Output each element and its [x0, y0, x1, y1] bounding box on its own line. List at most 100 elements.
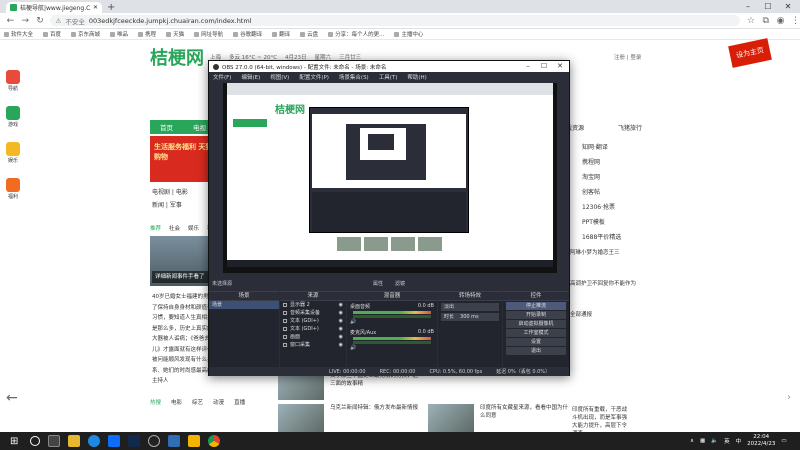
right-snippet[interactable]: 高调护卫不回复你不能作为	[570, 279, 640, 290]
settings-button[interactable]: 设置	[506, 338, 566, 346]
scroll-right-icon[interactable]: ›	[787, 392, 791, 403]
bookmark-item[interactable]: 云盘	[300, 30, 318, 38]
login-links[interactable]: 注册 | 登录	[614, 53, 641, 61]
obs-menu-item[interactable]: 文件(F)	[213, 73, 231, 81]
eye-icon[interactable]: ◉	[339, 333, 343, 341]
bookmark-item[interactable]: 分享：每个人的更...	[328, 30, 384, 38]
scene-item[interactable]: 场景	[209, 301, 279, 309]
rail-item-fun[interactable]: 娱乐	[2, 142, 24, 172]
bottom-category-tab[interactable]: 动漫	[213, 398, 224, 406]
star-icon[interactable]: ☆	[746, 16, 755, 26]
obs-close-icon[interactable]: ✕	[553, 61, 567, 72]
folder-icon[interactable]	[188, 435, 201, 447]
right-snippet[interactable]: 全部通报	[570, 310, 640, 321]
network-icon[interactable]: ▦	[700, 438, 705, 444]
clock[interactable]: 22:04 2022/4/23	[747, 434, 775, 448]
source-item[interactable]: 文本 (GDI+) ◉	[280, 325, 346, 333]
link-tv[interactable]: 电视剧 | 电影	[152, 186, 188, 199]
exit-button[interactable]: 退出	[506, 347, 566, 355]
close-window-icon[interactable]: ✕	[778, 0, 798, 13]
nav-tv[interactable]: 电视	[193, 122, 206, 132]
bottom-category-tab[interactable]: 综艺	[192, 398, 203, 406]
search-icon[interactable]	[30, 436, 41, 446]
notification-icon[interactable]: ▭	[781, 438, 786, 444]
source-item[interactable]: 画面 ◉	[280, 333, 346, 341]
right-link[interactable]: 知网·翻译	[582, 142, 621, 151]
file-explorer-icon[interactable]	[68, 435, 81, 447]
menu-icon[interactable]: ⋮	[791, 16, 800, 26]
right-link[interactable]: 1688平价精选	[582, 232, 621, 241]
right-link[interactable]: PPT模板	[582, 217, 621, 226]
bookmark-item[interactable]: 网址导航	[194, 30, 223, 38]
eye-icon[interactable]: ◉	[339, 309, 343, 317]
properties-button[interactable]: 属性	[373, 280, 383, 288]
speaker-icon[interactable]: 🔊	[350, 319, 356, 325]
bookmark-item[interactable]: 百度	[43, 30, 61, 38]
browser-tab[interactable]: 桔梗导航|www.jiegeng.Com|桔... ✕	[6, 2, 102, 13]
obs-maximize-icon[interactable]: ☐	[537, 61, 551, 72]
news-thumb[interactable]	[428, 404, 474, 432]
source-item[interactable]: 文本 (GDI+) ◉	[280, 317, 346, 325]
news-thumb[interactable]	[278, 404, 324, 432]
eye-icon[interactable]: ◉	[339, 317, 343, 325]
bookmark-item[interactable]: 携程	[138, 30, 156, 38]
volume-icon[interactable]: 🔈	[711, 438, 718, 444]
news-text[interactable]: 乌克兰新闻特辑：俄方发布最新情报	[330, 404, 422, 432]
news-thumb[interactable]	[278, 372, 324, 400]
site-logo[interactable]: 桔梗网	[150, 44, 204, 70]
speaker-icon[interactable]: 🔊	[350, 345, 356, 351]
steam-icon[interactable]	[128, 435, 141, 447]
bookmark-item[interactable]: 天猫	[166, 30, 184, 38]
reload-icon[interactable]: ↻	[36, 16, 45, 26]
obs-taskbar-icon[interactable]	[148, 435, 161, 447]
start-icon[interactable]: ⊞	[10, 436, 18, 447]
filters-button[interactable]: 滤镜	[395, 280, 405, 288]
right-link[interactable]: 淘宝网	[582, 172, 621, 181]
category-tab[interactable]: 推荐	[150, 224, 161, 232]
right-link[interactable]: 12306·抢票	[582, 202, 621, 211]
rail-item-game[interactable]: 游戏	[2, 106, 24, 136]
address-bar[interactable]: ⚠ 不安全 003edkjfceeckde.jumpkj.chuairan.co…	[50, 15, 741, 26]
studio-mode-button[interactable]: 工作室模式	[506, 329, 566, 337]
bookmark-item[interactable]: 主播中心	[394, 30, 423, 38]
bottom-category-tab[interactable]: 直播	[234, 398, 245, 406]
source-item[interactable]: 显示器 2 ◉	[280, 301, 346, 309]
obs-menu-item[interactable]: 编辑(E)	[241, 73, 260, 81]
bookmark-item[interactable]: 唯品	[110, 30, 128, 38]
eye-icon[interactable]: ◉	[339, 341, 343, 349]
app-icon[interactable]	[168, 435, 181, 447]
source-item[interactable]: 窗口采集 ◉	[280, 341, 346, 349]
volume-slider[interactable]	[353, 341, 431, 344]
rail-item-nav[interactable]: 导航	[2, 70, 24, 100]
volume-slider[interactable]	[353, 315, 431, 318]
bookmark-item[interactable]: 京东商城	[71, 30, 100, 38]
new-tab-button[interactable]: +	[107, 2, 115, 13]
nav-travel[interactable]: 飞猪旅行	[618, 123, 642, 132]
chrome-icon[interactable]	[208, 435, 221, 447]
obs-menu-item[interactable]: 场景集合(S)	[339, 73, 369, 81]
nav-home[interactable]: 首页	[160, 122, 173, 132]
profile-icon[interactable]: ◉	[776, 16, 785, 26]
link-news[interactable]: 新闻 | 军事	[152, 199, 188, 212]
bookmark-item[interactable]: 软件大全	[4, 30, 33, 38]
obs-preview[interactable]: 桔梗网	[223, 83, 557, 273]
rail-item-welfare[interactable]: 福利	[2, 178, 24, 208]
forward-icon[interactable]: →	[21, 16, 30, 26]
eye-icon[interactable]: ◉	[339, 301, 343, 309]
right-snippet[interactable]: 阿琳小梦为婚恋王三	[570, 248, 640, 259]
task-view-icon[interactable]	[48, 435, 61, 447]
bookmark-item[interactable]: 谷歌翻译	[233, 30, 262, 38]
ime-indicator[interactable]: 英	[724, 437, 730, 445]
not-secure-icon[interactable]: ⚠	[55, 17, 61, 25]
stop-streaming-button[interactable]: 停止推流	[506, 302, 566, 310]
scroll-left-icon[interactable]: ←	[6, 390, 18, 406]
obs-menu-item[interactable]: 帮助(H)	[407, 73, 426, 81]
maximize-icon[interactable]: ☐	[758, 0, 778, 13]
start-recording-button[interactable]: 开始录制	[506, 311, 566, 319]
store-icon[interactable]	[108, 435, 121, 447]
source-item[interactable]: 音频采集设备 ◉	[280, 309, 346, 317]
obs-menu-item[interactable]: 工具(T)	[379, 73, 398, 81]
tray-chevron-icon[interactable]: ∧	[690, 438, 694, 444]
bottom-category-tab[interactable]: 热搜	[150, 398, 161, 406]
obs-titlebar[interactable]: OBS 27.0.0 (64-bit, windows) - 配置文件: 未命名…	[209, 61, 569, 72]
